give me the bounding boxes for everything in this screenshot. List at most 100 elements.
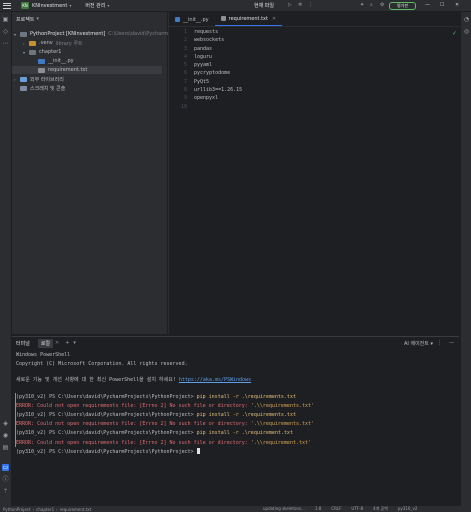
terminal-command: pip install -r .\requirements.txt [196,412,296,418]
breadcrumb-item[interactable]: requirement.txt [60,507,91,512]
terminal-prompt-line: (py310_v2) PS C:\Users\david\PycharmProj… [16,429,293,437]
project-tool-icon[interactable]: ▣ [2,16,9,23]
notifications-icon[interactable]: ◔ [463,16,470,23]
project-panel-header: 프로젝트 ▾ [12,12,167,26]
ai-assistant-icon[interactable]: ✦ [360,3,365,8]
terminal-error-path: '.\\requirements.txt' [250,402,315,409]
terminal-link[interactable]: https://aka.ms/PSWindows [179,377,251,383]
commit-tool-icon[interactable]: ◇ [2,28,9,35]
status-indent[interactable]: 4개 공백 [373,506,388,512]
close-tab-icon[interactable]: ✕ [55,340,59,346]
line-number: 6 [183,70,187,77]
minimize-panel-icon[interactable]: — [449,340,454,346]
tree-item-chapter1[interactable]: ▾ chapter1 [23,48,61,56]
code-line[interactable]: pyyaml [194,61,242,69]
more-options-icon[interactable]: ⋮ [437,340,442,346]
maximize-icon[interactable]: ☐ [440,2,444,8]
version-control-icon[interactable]: ᛘ [2,488,9,495]
python-console-icon[interactable]: ◉ [2,432,9,439]
code-line[interactable]: urllib3==1.26.15 [194,86,242,94]
tree-item-init-py[interactable]: __init__.py [38,57,74,65]
terminal-error-line: ERROR: Could not open requirements file:… [16,402,314,410]
tree-item-label: 스크래치 및 콘솔 [30,85,66,92]
gear-icon[interactable]: ⚙ [380,3,385,8]
code-line[interactable]: PyQt5 [194,78,242,86]
right-tool-strip: ◔ ◎ [460,12,471,506]
tab-init-py[interactable]: __init__.py [169,13,215,26]
main-menu-icon[interactable] [3,2,11,9]
terminal-prompt-line: (py310_v2) PS C:\Users\david\PycharmProj… [16,448,200,456]
tree-item-label: 외부 라이브러리 [30,76,64,83]
code-line[interactable]: openpyxl [194,94,242,102]
add-terminal-icon[interactable]: + [65,340,69,346]
python-packages-icon[interactable]: ◈ [2,420,9,427]
tab-requirement-txt[interactable]: requirement.txt ✕ [214,12,283,26]
upgrade-button[interactable]: 평가판 [389,2,416,10]
run-config-dropdown[interactable]: 현재 파일 [254,2,274,9]
code-area[interactable]: requests websockets pandas loguru pyyaml pycr… [194,28,242,111]
project-panel-title[interactable]: 프로젝트 [16,16,34,23]
code-line[interactable]: pycryptodome [194,69,242,77]
terminal-prompt-line: (py310_v2) PS C:\Users\david\PycharmProj… [16,411,296,419]
minimize-icon[interactable]: — [425,2,430,8]
chevron-down-icon[interactable]: ▾ [107,3,109,8]
tree-item-label: requirement.txt [48,67,88,73]
services-icon[interactable]: ▤ [2,444,9,451]
terminal-tool-icon[interactable]: ▭ [2,464,9,471]
line-number: 4 [183,53,187,60]
chevron-down-icon[interactable]: ▾ [36,16,39,22]
close-icon[interactable]: ✕ [455,2,459,8]
line-number: 1 [183,29,187,35]
terminal-text: ERROR: Could not open requirements file:… [16,402,251,409]
code-line[interactable]: pandas [194,45,242,53]
chevron-down-icon[interactable]: ▾ [73,340,76,346]
more-actions-icon[interactable]: ⋮ [308,3,313,8]
tree-item-scratches[interactable]: 스크래치 및 콘솔 [20,84,65,92]
status-encoding[interactable]: UTF-8 [351,506,363,512]
editor-panel: __init__.py requirement.txt ✕ 1 234 567 891… [168,12,460,334]
run-icon[interactable]: ▷ [288,3,293,8]
breadcrumb-item[interactable]: chapter1 [36,507,54,512]
terminal-error-line: ERROR: Could not open requirements file:… [16,420,314,428]
project-panel: 프로젝트 ▾ ▾ PythonProject [KNInvestment] C:… [12,12,189,334]
status-interpreter[interactable]: py310_v2 [398,506,417,512]
project-badge[interactable]: KN [21,2,29,9]
tree-item-external-libraries[interactable]: › 외부 라이브러리 [14,75,64,83]
terminal-error-path: '.\\requirement.txt' [250,439,312,446]
terminal-text: 새로운 기능 및 개선 사항에 대 한 최신 PowerShell을 설치 하세… [16,377,179,384]
tree-item-venv[interactable]: › .venv library 루트 [23,39,83,47]
folder-icon [29,49,36,55]
terminal-prompt-line: (py310_v2) PS C:\Users\david\PycharmProj… [16,393,296,401]
tree-item-label: PythonProject [KNInvestment] [30,31,106,37]
breadcrumb-item[interactable]: PythonProject [3,507,31,512]
status-line-separator[interactable]: CRLF [331,506,341,512]
problems-tool-icon[interactable]: ⓘ [2,476,9,483]
search-icon[interactable]: ⌕ [370,3,375,8]
code-line[interactable] [194,103,242,111]
folder-icon [20,31,27,37]
breadcrumb-separator: › [32,506,35,512]
tab-local-terminal[interactable]: 로컬 [37,338,54,348]
error-marker [15,429,16,448]
check-icon: ✓ [451,30,457,37]
status-right: updating skeletons... 1:8 CRLF UTF-8 4개 … [263,506,417,512]
terminal-output-line: Copyright (C) Microsoft Corporation. All… [16,360,188,368]
code-line[interactable]: loguru [194,53,242,61]
structure-tool-icon[interactable]: ⋯ [2,40,9,47]
line-number-gutter: 1 2 3 4 5 6 7 8 9 10 [169,28,187,111]
vcs-branch-dropdown[interactable]: 버전 관리 [85,2,105,9]
database-icon[interactable]: ◎ [463,28,470,35]
tree-item-root[interactable]: ▾ PythonProject [KNInvestment] C:\Users\… [14,30,189,38]
status-progress[interactable]: updating skeletons... [263,506,305,512]
chevron-down-icon[interactable]: ▾ [69,3,71,8]
code-line[interactable]: requests [194,28,242,36]
ai-agent-dropdown[interactable]: AI 에이전트 ▾ [404,340,433,347]
close-tab-icon[interactable]: ✕ [272,16,276,22]
code-line[interactable]: websockets [194,36,242,44]
status-caret-position[interactable]: 1:8 [315,506,321,512]
tree-item-requirement-txt[interactable]: requirement.txt [12,66,162,74]
title-bar: KN KNInvestment ▾ 버전 관리 ▾ 현재 파일 ▷ ✲ ⋮ ✦ … [0,0,471,12]
line-number: 9 [183,95,187,102]
debug-icon[interactable]: ✲ [298,3,303,8]
project-name-dropdown[interactable]: KNInvestment [32,3,67,9]
